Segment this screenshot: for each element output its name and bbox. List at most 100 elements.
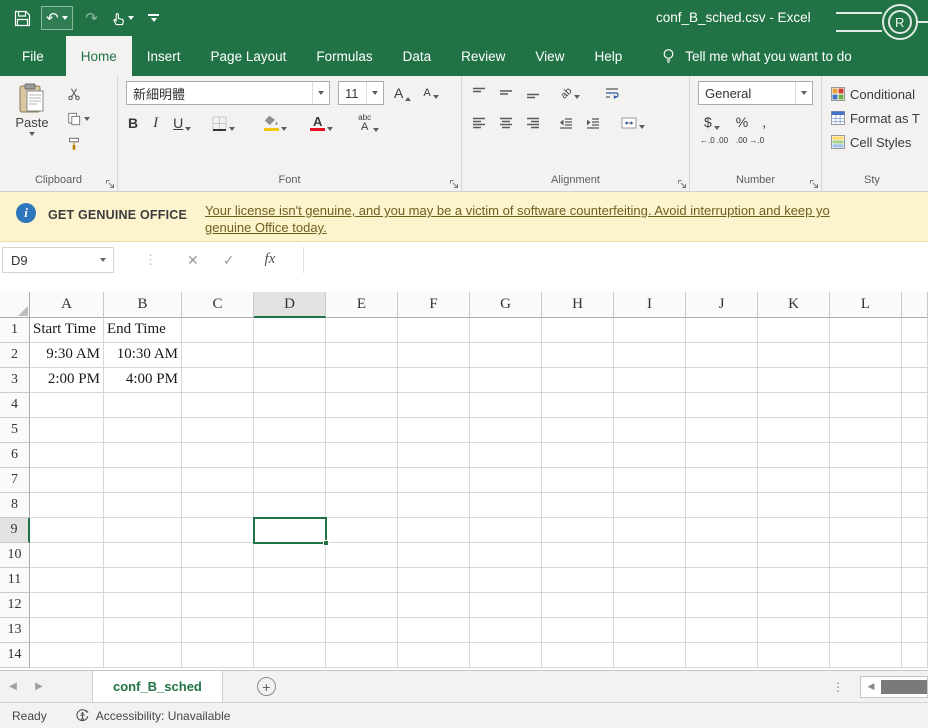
select-all-button[interactable] <box>0 292 30 318</box>
row-header-6[interactable]: 6 <box>0 443 30 468</box>
tell-me-box[interactable]: Tell me what you want to do <box>661 36 852 76</box>
cell-J13[interactable] <box>686 618 758 643</box>
cell-partial-11[interactable] <box>902 568 928 593</box>
cell-B5[interactable] <box>104 418 182 443</box>
tab-view[interactable]: View <box>520 36 579 76</box>
cell-C9[interactable] <box>182 518 254 543</box>
cell-H9[interactable] <box>542 518 614 543</box>
cell-H6[interactable] <box>542 443 614 468</box>
tab-scroll-handle[interactable]: ⋮ <box>832 680 844 694</box>
cell-D4[interactable] <box>254 393 326 418</box>
cell-B3[interactable]: 4:00 PM <box>104 368 182 393</box>
column-header-J[interactable]: J <box>686 292 758 318</box>
cell-L2[interactable] <box>830 343 902 368</box>
cell-A11[interactable] <box>30 568 104 593</box>
column-header-F[interactable]: F <box>398 292 470 318</box>
cell-A3[interactable]: 2:00 PM <box>30 368 104 393</box>
insert-function-button[interactable]: fx <box>264 251 275 268</box>
cell-I14[interactable] <box>614 643 686 668</box>
cell-D3[interactable] <box>254 368 326 393</box>
cell-B10[interactable] <box>104 543 182 568</box>
cell-B11[interactable] <box>104 568 182 593</box>
sheet-nav-prev[interactable]: ◀ <box>0 681 26 692</box>
cell-L9[interactable] <box>830 518 902 543</box>
cell-D8[interactable] <box>254 493 326 518</box>
cell-H14[interactable] <box>542 643 614 668</box>
row-header-5[interactable]: 5 <box>0 418 30 443</box>
cell-H12[interactable] <box>542 593 614 618</box>
increase-indent-button[interactable] <box>584 116 602 130</box>
cell-L10[interactable] <box>830 543 902 568</box>
column-header-G[interactable]: G <box>470 292 542 318</box>
cell-K3[interactable] <box>758 368 830 393</box>
cell-L13[interactable] <box>830 618 902 643</box>
cell-E8[interactable] <box>326 493 398 518</box>
bold-button[interactable]: B <box>126 114 140 132</box>
cell-F5[interactable] <box>398 418 470 443</box>
cell-K13[interactable] <box>758 618 830 643</box>
middle-align-button[interactable] <box>497 86 515 100</box>
cell-A7[interactable] <box>30 468 104 493</box>
cell-D13[interactable] <box>254 618 326 643</box>
cell-G3[interactable] <box>470 368 542 393</box>
cell-K8[interactable] <box>758 493 830 518</box>
row-header-12[interactable]: 12 <box>0 593 30 618</box>
cell-K9[interactable] <box>758 518 830 543</box>
cell-C7[interactable] <box>182 468 254 493</box>
cell-H8[interactable] <box>542 493 614 518</box>
orientation-button[interactable]: ab <box>559 85 582 101</box>
cell-E13[interactable] <box>326 618 398 643</box>
copy-button[interactable] <box>65 109 92 129</box>
font-color-button[interactable]: A <box>308 115 335 132</box>
cell-F4[interactable] <box>398 393 470 418</box>
cell-G9[interactable] <box>470 518 542 543</box>
format-as-table-button[interactable]: Format as T <box>826 106 924 130</box>
cell-K11[interactable] <box>758 568 830 593</box>
merge-center-button[interactable] <box>619 116 647 130</box>
cell-I11[interactable] <box>614 568 686 593</box>
cell-I8[interactable] <box>614 493 686 518</box>
save-button[interactable] <box>10 6 34 30</box>
cell-C6[interactable] <box>182 443 254 468</box>
sheet-tab-conf-b-sched[interactable]: conf_B_sched <box>92 671 223 702</box>
cell-partial-5[interactable] <box>902 418 928 443</box>
cell-E14[interactable] <box>326 643 398 668</box>
cell-K5[interactable] <box>758 418 830 443</box>
italic-button[interactable]: I <box>151 114 160 133</box>
cell-J6[interactable] <box>686 443 758 468</box>
cell-C11[interactable] <box>182 568 254 593</box>
paste-button[interactable]: Paste <box>4 78 60 173</box>
cell-H4[interactable] <box>542 393 614 418</box>
cell-G7[interactable] <box>470 468 542 493</box>
cell-F8[interactable] <box>398 493 470 518</box>
cell-B14[interactable] <box>104 643 182 668</box>
cell-E3[interactable] <box>326 368 398 393</box>
cell-partial-2[interactable] <box>902 343 928 368</box>
percent-style-button[interactable]: % <box>736 114 748 130</box>
cell-K1[interactable] <box>758 318 830 343</box>
decrease-decimal-button[interactable]: .00 →.0 <box>736 136 764 145</box>
cell-C14[interactable] <box>182 643 254 668</box>
cell-F11[interactable] <box>398 568 470 593</box>
cell-H3[interactable] <box>542 368 614 393</box>
cell-partial-4[interactable] <box>902 393 928 418</box>
column-header-D[interactable]: D <box>254 292 326 318</box>
cell-partial-13[interactable] <box>902 618 928 643</box>
cell-E2[interactable] <box>326 343 398 368</box>
cell-I2[interactable] <box>614 343 686 368</box>
cell-L1[interactable] <box>830 318 902 343</box>
cell-H11[interactable] <box>542 568 614 593</box>
cell-partial-12[interactable] <box>902 593 928 618</box>
cell-J10[interactable] <box>686 543 758 568</box>
cell-J11[interactable] <box>686 568 758 593</box>
column-header-A[interactable]: A <box>30 292 104 318</box>
new-sheet-button[interactable]: + <box>256 677 276 696</box>
cell-B1[interactable]: End Time <box>104 318 182 343</box>
clipboard-dialog-launcher[interactable] <box>105 179 115 189</box>
cell-K4[interactable] <box>758 393 830 418</box>
cell-A8[interactable] <box>30 493 104 518</box>
cell-B2[interactable]: 10:30 AM <box>104 343 182 368</box>
cell-J9[interactable] <box>686 518 758 543</box>
cell-L4[interactable] <box>830 393 902 418</box>
cell-G8[interactable] <box>470 493 542 518</box>
